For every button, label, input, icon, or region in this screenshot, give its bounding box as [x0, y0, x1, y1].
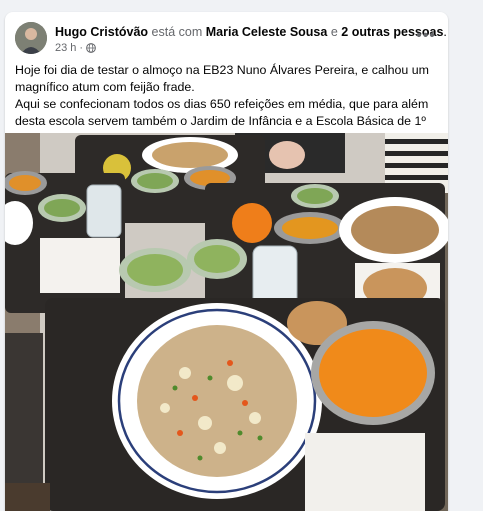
author-line: Hugo Cristóvão está com Maria Celeste So… — [55, 25, 447, 39]
period-text: . — [443, 25, 447, 39]
post-card: Hugo Cristóvão está com Maria Celeste So… — [5, 12, 448, 511]
post-meta: 23 h · — [55, 42, 96, 54]
author-name[interactable]: Hugo Cristóvão — [55, 25, 148, 39]
tagged-person[interactable]: Maria Celeste Sousa — [206, 25, 328, 39]
post-time[interactable]: 23 h — [55, 42, 76, 54]
meta-separator: · — [79, 42, 84, 54]
post-photo[interactable] — [5, 133, 448, 511]
and-text: e — [330, 25, 338, 39]
more-options-icon[interactable]: ••• — [414, 24, 438, 48]
author-avatar[interactable] — [15, 22, 47, 54]
post-paragraph-1: Hoje foi dia de testar o almoço na EB23 … — [15, 63, 429, 94]
with-text: está com — [151, 25, 203, 39]
post-header: Hugo Cristóvão está com Maria Celeste So… — [15, 22, 447, 58]
globe-icon — [86, 43, 96, 53]
